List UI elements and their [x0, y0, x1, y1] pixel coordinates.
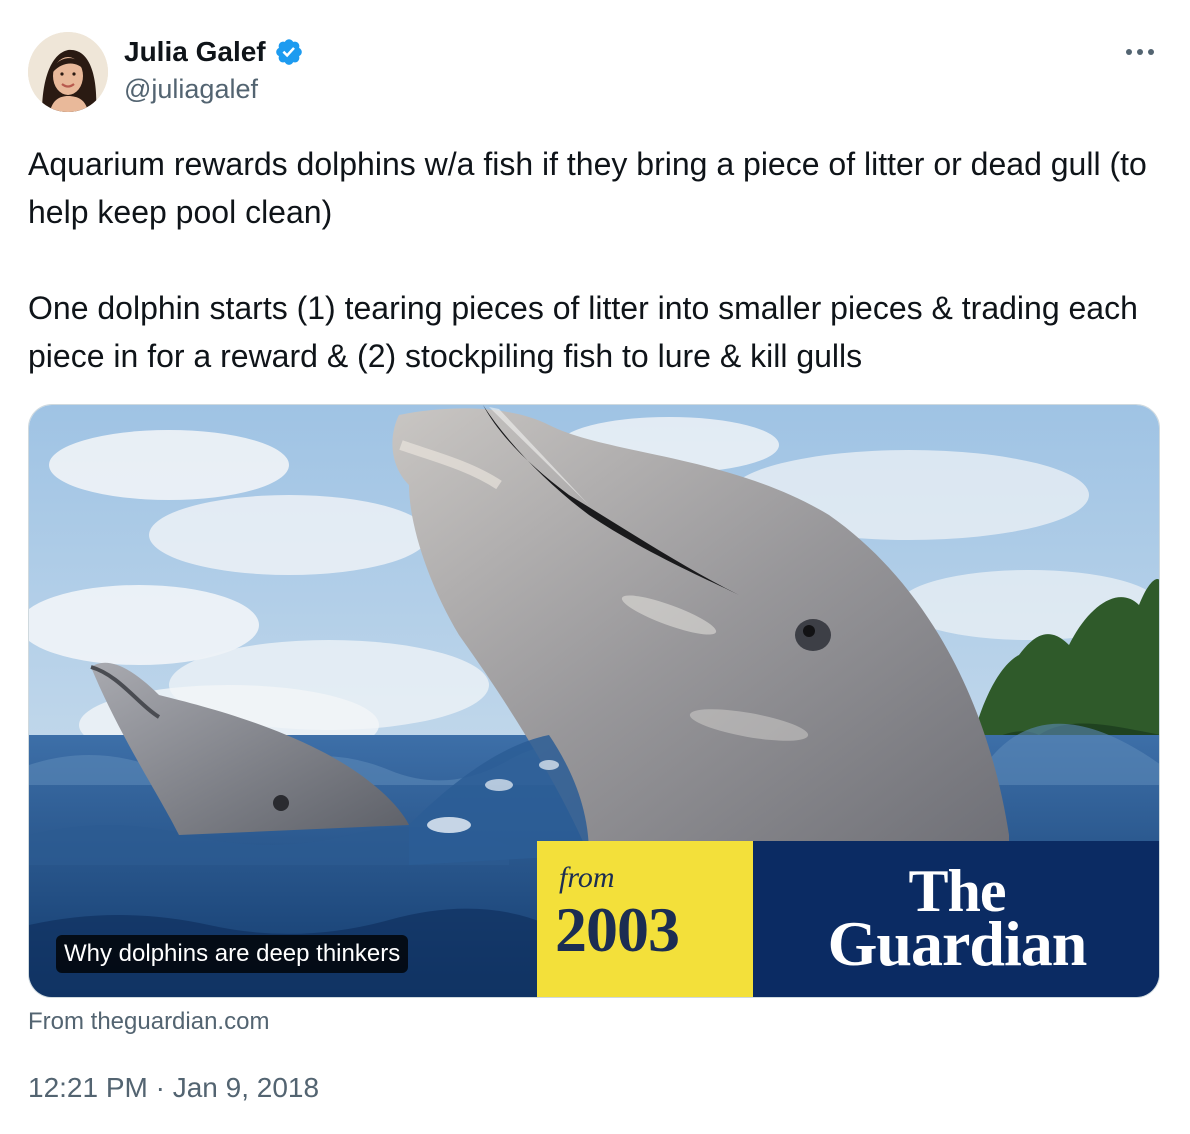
tweet-paragraph-1: Aquarium rewards dolphins w/a fish if th…: [28, 146, 1156, 230]
author-info: Julia Galef @juliagalef: [124, 34, 304, 105]
guardian-logo: The Guardian: [753, 841, 1159, 997]
badge-from-label: from: [559, 861, 615, 894]
tweet-paragraph-2: One dolphin starts (1) tearing pieces of…: [28, 290, 1147, 374]
link-card[interactable]: Why dolphins are deep thinkers from 2003…: [28, 404, 1160, 998]
more-options-icon[interactable]: [1118, 34, 1162, 70]
more-dot: [1126, 49, 1132, 55]
author-handle[interactable]: @juliagalef: [124, 74, 304, 105]
guardian-logo-line2: Guardian: [827, 908, 1088, 979]
verified-badge-icon[interactable]: [274, 37, 304, 67]
tweet-text: Aquarium rewards dolphins w/a fish if th…: [28, 140, 1168, 380]
card-title: Why dolphins are deep thinkers: [56, 935, 409, 973]
card-source-link[interactable]: From theguardian.com: [28, 1008, 269, 1036]
author-name[interactable]: Julia Galef: [124, 36, 266, 68]
author-name-row: Julia Galef: [124, 34, 304, 70]
tweet[interactable]: Julia Galef @juliagalef Aquarium rewards…: [0, 0, 1190, 1134]
tweet-timestamp[interactable]: 12:21 PM · Jan 9, 2018: [28, 1072, 319, 1104]
more-dot: [1137, 49, 1143, 55]
more-dot: [1148, 49, 1154, 55]
year-badge: from 2003: [537, 841, 753, 997]
badge-year: 2003: [555, 894, 680, 965]
author-avatar[interactable]: [28, 32, 108, 112]
